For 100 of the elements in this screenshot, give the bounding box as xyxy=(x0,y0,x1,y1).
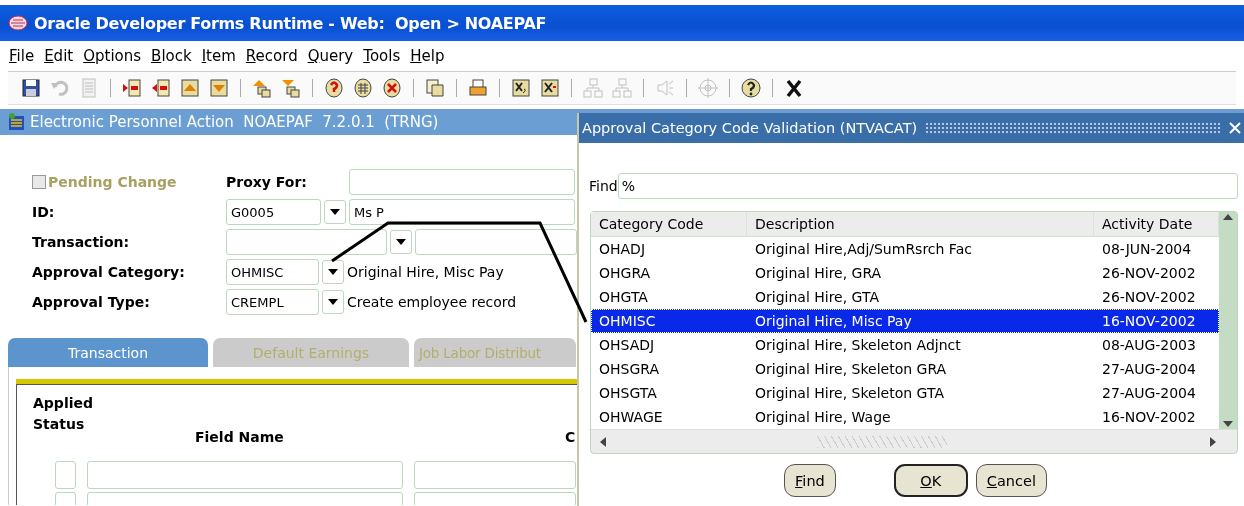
printer-icon[interactable] xyxy=(467,77,489,99)
form-title: Electronic Personnel Action NOAEPAF 7.2.0.1 (TRNG) xyxy=(30,113,439,131)
execute-query-icon[interactable] xyxy=(280,77,302,99)
dialog-title: Approval Category Code Validation (NTVACAT) xyxy=(582,120,918,136)
status-cell-field[interactable] xyxy=(55,461,76,489)
field-name-field[interactable] xyxy=(87,461,403,489)
proxy-for-field[interactable] xyxy=(349,169,575,195)
dropdown-arrow-icon xyxy=(328,269,338,275)
xs-document-icon[interactable] xyxy=(510,77,532,99)
table-cell-text: Original Hire, Skeleton GRA xyxy=(754,361,948,377)
result-row[interactable]: OHADJ Original Hire,Adj/SumRsrch Fac 08-JUN-2004 xyxy=(591,237,1219,261)
field-label: Transaction: xyxy=(32,234,131,250)
table-cell-text: 27-AUG-2004 xyxy=(1101,361,1197,377)
insert-record-icon[interactable] xyxy=(121,77,143,99)
code-field[interactable]: OHMISC xyxy=(226,259,319,285)
table-cell-text: 26-NOV-2002 xyxy=(1101,265,1197,281)
window-title: Oracle Developer Forms Runtime - Web: Open > NOAEPAF xyxy=(34,13,547,33)
close-icon[interactable] xyxy=(1229,122,1241,134)
dropdown-button[interactable] xyxy=(322,260,344,284)
dialog-button[interactable]: Cancel xyxy=(975,464,1047,497)
menu-item[interactable]: Options xyxy=(78,47,147,65)
result-row[interactable]: OHMISC Original Hire, Misc Pay 16-NOV-2002 xyxy=(591,309,1219,333)
remove-record-icon[interactable] xyxy=(150,77,172,99)
description-text: Original Hire, Misc Pay xyxy=(347,264,504,280)
field-label: Proxy For: xyxy=(226,174,308,190)
column-header[interactable]: Description xyxy=(747,212,1094,236)
table-cell-text: OHGTA xyxy=(598,289,649,305)
table-cell-text: 27-AUG-2004 xyxy=(1101,385,1197,401)
table-cell-text: OHADJ xyxy=(598,241,647,257)
menu-item[interactable]: File xyxy=(4,47,40,65)
find-field[interactable]: % xyxy=(617,173,1238,199)
table-cell-text: OHSGTA xyxy=(598,385,658,401)
table-cell-text: 16-NOV-2002 xyxy=(1101,313,1197,329)
next-block-icon[interactable] xyxy=(208,77,230,99)
app-icon xyxy=(8,14,28,32)
dropdown-arrow-icon xyxy=(330,209,340,215)
previous-block-icon[interactable] xyxy=(179,77,201,99)
form-icon xyxy=(8,113,26,131)
table-cell-text: Original Hire, Misc Pay xyxy=(754,313,913,329)
description-field[interactable] xyxy=(415,229,577,255)
dialog-button[interactable]: OK xyxy=(893,464,968,497)
result-row[interactable]: OHSADJ Original Hire, Skeleton Adjnct 08-AUG-2003 xyxy=(591,333,1219,357)
table-cell-text: Original Hire, Skeleton Adjnct xyxy=(754,337,962,353)
table-cell-text: OHSADJ xyxy=(598,337,656,353)
menu-item[interactable]: Block xyxy=(146,47,197,65)
code-field[interactable]: CREMPL xyxy=(226,289,319,315)
table-cell-text: OHMISC xyxy=(598,313,657,329)
result-row[interactable]: OHSGRA Original Hire, Skeleton GRA 27-AUG-2004 xyxy=(591,357,1219,381)
table-cell-text: OHWAGE xyxy=(598,409,664,425)
database-question-icon[interactable] xyxy=(323,77,345,99)
table-cell-text: Original Hire, Skeleton GTA xyxy=(754,385,945,401)
database-table-icon[interactable] xyxy=(352,77,374,99)
result-row[interactable]: OHSGTA Original Hire, Skeleton GTA 27-AUG-2004 xyxy=(591,381,1219,405)
menu-item[interactable]: Help xyxy=(405,47,450,65)
table-cell-text: 26-NOV-2002 xyxy=(1101,289,1197,305)
column-header: C xyxy=(565,429,576,445)
help-icon[interactable] xyxy=(740,77,762,99)
description-text: Create employee record xyxy=(347,294,517,310)
column-header: Applied Status xyxy=(33,394,94,434)
dropdown-button[interactable] xyxy=(390,230,412,254)
result-row[interactable]: OHWAGE Original Hire, Wage 16-NOV-2002 xyxy=(591,405,1219,429)
dropdown-button[interactable] xyxy=(322,290,344,314)
find-label: Find xyxy=(589,178,618,194)
menu-item[interactable]: Item xyxy=(196,47,241,65)
code-field[interactable] xyxy=(226,229,387,255)
table-cell-text: 16-NOV-2002 xyxy=(1101,409,1197,425)
column-header[interactable]: Activity Date xyxy=(1094,212,1219,236)
dropdown-arrow-icon xyxy=(328,299,338,305)
dropdown-arrow-icon xyxy=(396,239,406,245)
horizontal-scrollbar[interactable] xyxy=(591,429,1237,453)
field-label: Approval Category: xyxy=(32,264,186,280)
code-field[interactable]: G0005 xyxy=(226,199,321,225)
description-field[interactable]: Ms P xyxy=(349,199,575,225)
table-cell-text: Original Hire,Adj/SumRsrch Fac xyxy=(754,241,973,257)
dialog-button[interactable]: Find xyxy=(784,464,836,497)
table-cell-text: Original Hire, Wage xyxy=(754,409,892,425)
table-cell-text: OHSGRA xyxy=(598,361,661,377)
menu-item[interactable]: Query xyxy=(302,47,359,65)
table-cell-text: 08-JUN-2004 xyxy=(1101,241,1193,257)
field-label: ID: xyxy=(32,204,56,220)
result-row[interactable]: OHGRA Original Hire, GRA 26-NOV-2002 xyxy=(591,261,1219,285)
table-cell-text: OHGRA xyxy=(598,265,652,281)
checkbox-label: Pending Change xyxy=(48,174,177,190)
database-delete-icon[interactable] xyxy=(381,77,403,99)
table-input-field[interactable] xyxy=(414,461,576,489)
result-row[interactable]: OHGTA Original Hire, GTA 26-NOV-2002 xyxy=(591,285,1219,309)
column-header[interactable]: Category Code xyxy=(591,212,747,236)
dropdown-button[interactable] xyxy=(324,200,346,224)
menu-item[interactable]: Edit xyxy=(39,47,79,65)
scroll-up-icon[interactable] xyxy=(1222,212,1234,222)
column-header: Field Name xyxy=(195,429,285,445)
enter-query-icon[interactable] xyxy=(251,77,273,99)
table-cell-text: 08-AUG-2003 xyxy=(1101,337,1197,353)
copy-document-icon[interactable] xyxy=(424,77,446,99)
menu-item[interactable]: Tools xyxy=(358,47,406,65)
menu-item[interactable]: Record xyxy=(240,47,303,65)
x-document-icon[interactable] xyxy=(539,77,561,99)
table-cell-text: Original Hire, GTA xyxy=(754,289,880,305)
field-label: Approval Type: xyxy=(32,294,151,310)
table-cell-text: Original Hire, GRA xyxy=(754,265,883,281)
